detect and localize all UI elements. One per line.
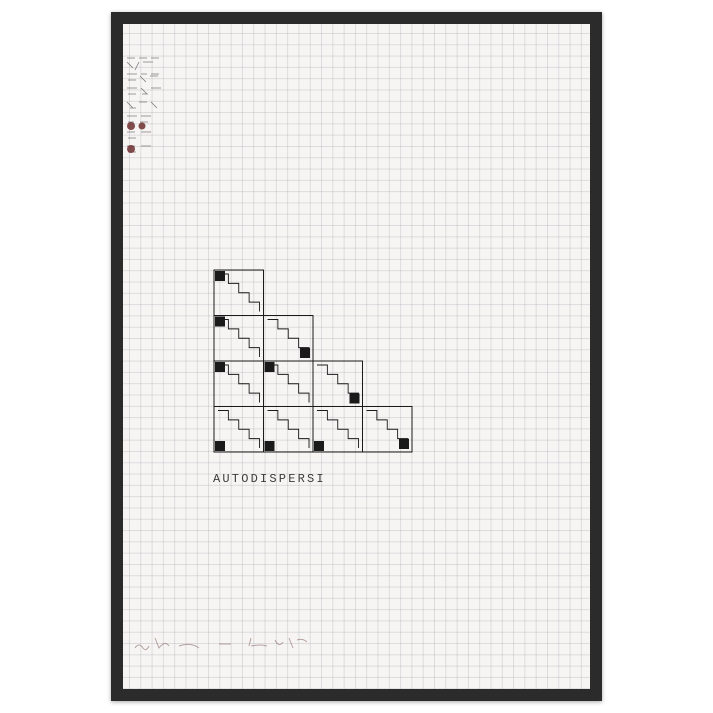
artist-signature — [134, 637, 308, 651]
signature-layer — [134, 637, 308, 651]
